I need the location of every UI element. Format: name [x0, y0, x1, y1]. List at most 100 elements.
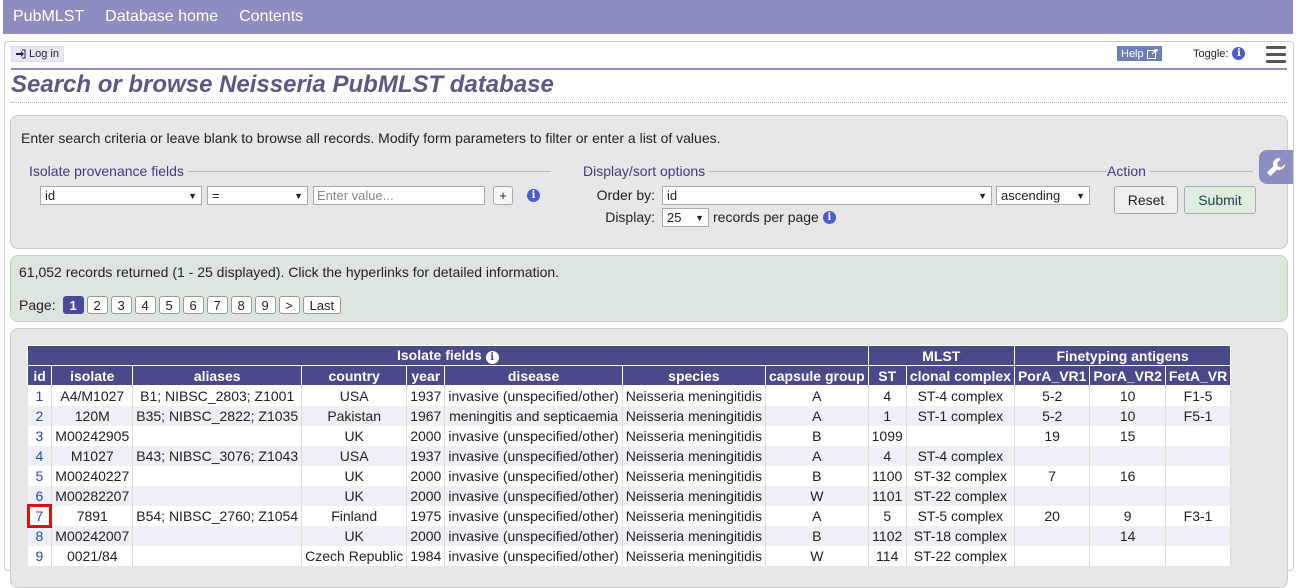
column-header-clonal-complex[interactable]: clonal complex	[905, 365, 1015, 386]
cell-pora-vr2: 14	[1089, 525, 1166, 546]
login-button[interactable]: Log in	[11, 46, 64, 62]
cell-st: 5	[868, 505, 907, 526]
add-row-button[interactable]: +	[493, 186, 513, 205]
results-body: 1 A4/M1027 B1; NIBSC_2803; Z1001 USA 1937 inv…	[26, 385, 1232, 566]
cell-id: 2	[27, 405, 53, 426]
column-header-species[interactable]: species	[621, 365, 766, 386]
title-divider	[11, 68, 1287, 70]
cell-country: Czech Republic	[301, 545, 408, 566]
cell-id: 1	[27, 385, 53, 406]
help-button[interactable]: Help	[1117, 46, 1162, 61]
cell-aliases	[132, 425, 303, 446]
submit-button[interactable]: Submit	[1184, 186, 1256, 214]
nav-database-home[interactable]: Database home	[105, 8, 218, 26]
info-icon[interactable]: i	[822, 210, 836, 224]
cell-aliases: B43; NIBSC_3076; Z1043	[132, 445, 303, 466]
direction-select[interactable]: ascending ▼	[996, 186, 1090, 205]
page-5-button[interactable]: 5	[158, 296, 180, 314]
column-header-id[interactable]: id	[26, 365, 53, 386]
chevron-down-icon: ▼	[294, 190, 303, 201]
info-icon[interactable]: i	[527, 189, 540, 202]
column-header-disease[interactable]: disease	[444, 365, 623, 386]
cell-pora-vr1: 5-2	[1014, 385, 1091, 406]
next-page-button[interactable]: >	[278, 296, 300, 314]
records-per-page-text: records per page i	[713, 209, 836, 225]
isolate-id-link[interactable]: 6	[36, 488, 44, 504]
records-per-page-select[interactable]: 25 ▼	[662, 208, 709, 227]
finetyping-header: Finetyping antigens	[1013, 345, 1232, 366]
column-header-year[interactable]: year	[406, 365, 446, 386]
menu-icon[interactable]	[1266, 46, 1286, 67]
chevron-down-icon: ▼	[695, 212, 704, 223]
page-8-button[interactable]: 8	[230, 296, 252, 314]
value-input[interactable]: Enter value...	[313, 186, 485, 205]
cell-st: 4	[868, 445, 907, 466]
info-icon[interactable]: i	[485, 351, 499, 364]
cell-feta-vr: F5-1	[1165, 405, 1232, 426]
cell-disease: meningitis and septicaemia	[444, 405, 623, 426]
isolate-id-link[interactable]: 7	[26, 503, 53, 528]
operator-select-value: =	[212, 188, 220, 203]
wrench-icon	[1267, 158, 1285, 176]
cell-id: 4	[27, 445, 53, 466]
cell-aliases: B1; NIBSC_2803; Z1001	[132, 385, 303, 406]
cell-id: 6	[27, 485, 53, 506]
reset-button[interactable]: Reset	[1114, 186, 1178, 214]
isolate-id-link[interactable]: 4	[36, 448, 44, 464]
field-select[interactable]: id ▼	[40, 186, 202, 205]
chevron-down-icon: ▼	[188, 190, 197, 201]
nav-pubmlst[interactable]: PubMLST	[13, 8, 84, 26]
cell-pora-vr2: 10	[1089, 385, 1166, 406]
table-row: 9 0021/84 Czech Republic 1984 invasive (unsp…	[27, 545, 1232, 566]
isolate-id-link[interactable]: 3	[36, 428, 44, 444]
column-header-pora-vr2[interactable]: PorA_VR2	[1089, 365, 1166, 386]
cell-year: 2000	[406, 485, 446, 506]
cell-disease: invasive (unspecified/other)	[444, 385, 623, 406]
cell-year: 1937	[406, 445, 446, 466]
page-1-button[interactable]: 1	[62, 296, 84, 314]
action-legend: Action	[1107, 163, 1146, 179]
column-header-st[interactable]: ST	[867, 365, 907, 386]
column-header-pora-vr1[interactable]: PorA_VR1	[1013, 365, 1091, 386]
toggle-control[interactable]: Toggle: i	[1193, 47, 1246, 60]
cell-species: Neisseria meningitidis	[622, 445, 766, 466]
column-header-capsule-group[interactable]: capsule group	[764, 365, 869, 386]
modify-form-button[interactable]	[1259, 150, 1293, 184]
cell-pora-vr1	[1014, 525, 1091, 546]
provenance-fieldset: Isolate provenance fields	[25, 163, 551, 179]
cell-clonal-complex: ST-22 complex	[906, 545, 1015, 566]
cell-species: Neisseria meningitidis	[622, 465, 766, 486]
page-9-button[interactable]: 9	[254, 296, 276, 314]
operator-select[interactable]: = ▼	[207, 186, 308, 205]
info-icon[interactable]: i	[1232, 47, 1246, 60]
page-4-button[interactable]: 4	[134, 296, 156, 314]
page-7-button[interactable]: 7	[206, 296, 228, 314]
column-header-aliases[interactable]: aliases	[132, 365, 303, 386]
table-row: 5 M00240227 UK 2000 invasive (unspecified/ot…	[27, 465, 1232, 486]
last-page-button[interactable]: Last	[302, 296, 342, 314]
cell-disease: invasive (unspecified/other)	[444, 505, 623, 526]
isolate-id-link[interactable]: 8	[36, 528, 44, 544]
nav-contents[interactable]: Contents	[239, 8, 303, 26]
pagination: Page: 1 2 3 4 5 6 7 8 9 > Last	[19, 296, 342, 314]
cell-isolate: A4/M1027	[51, 385, 134, 406]
isolate-id-link[interactable]: 1	[36, 388, 44, 404]
isolate-id-link[interactable]: 5	[36, 468, 44, 484]
column-header-isolate[interactable]: isolate	[51, 365, 134, 386]
mlst-header: MLST	[867, 345, 1015, 366]
cell-feta-vr: F1-5	[1165, 385, 1232, 406]
column-header-feta-vr[interactable]: FetA_VR	[1164, 365, 1232, 386]
page-3-button[interactable]: 3	[110, 296, 132, 314]
page-6-button[interactable]: 6	[182, 296, 204, 314]
isolate-id-link[interactable]: 9	[36, 548, 44, 564]
column-header-country[interactable]: country	[301, 365, 408, 386]
page-2-button[interactable]: 2	[86, 296, 108, 314]
cell-capsule-group: A	[765, 505, 869, 526]
cell-st: 1102	[868, 525, 907, 546]
cell-feta-vr	[1165, 545, 1232, 566]
cell-clonal-complex: ST-4 complex	[906, 445, 1015, 466]
cell-pora-vr1: 5-2	[1014, 405, 1091, 426]
order-by-select[interactable]: id ▼	[662, 186, 992, 205]
login-label: Log in	[29, 48, 59, 60]
isolate-id-link[interactable]: 2	[36, 408, 44, 424]
